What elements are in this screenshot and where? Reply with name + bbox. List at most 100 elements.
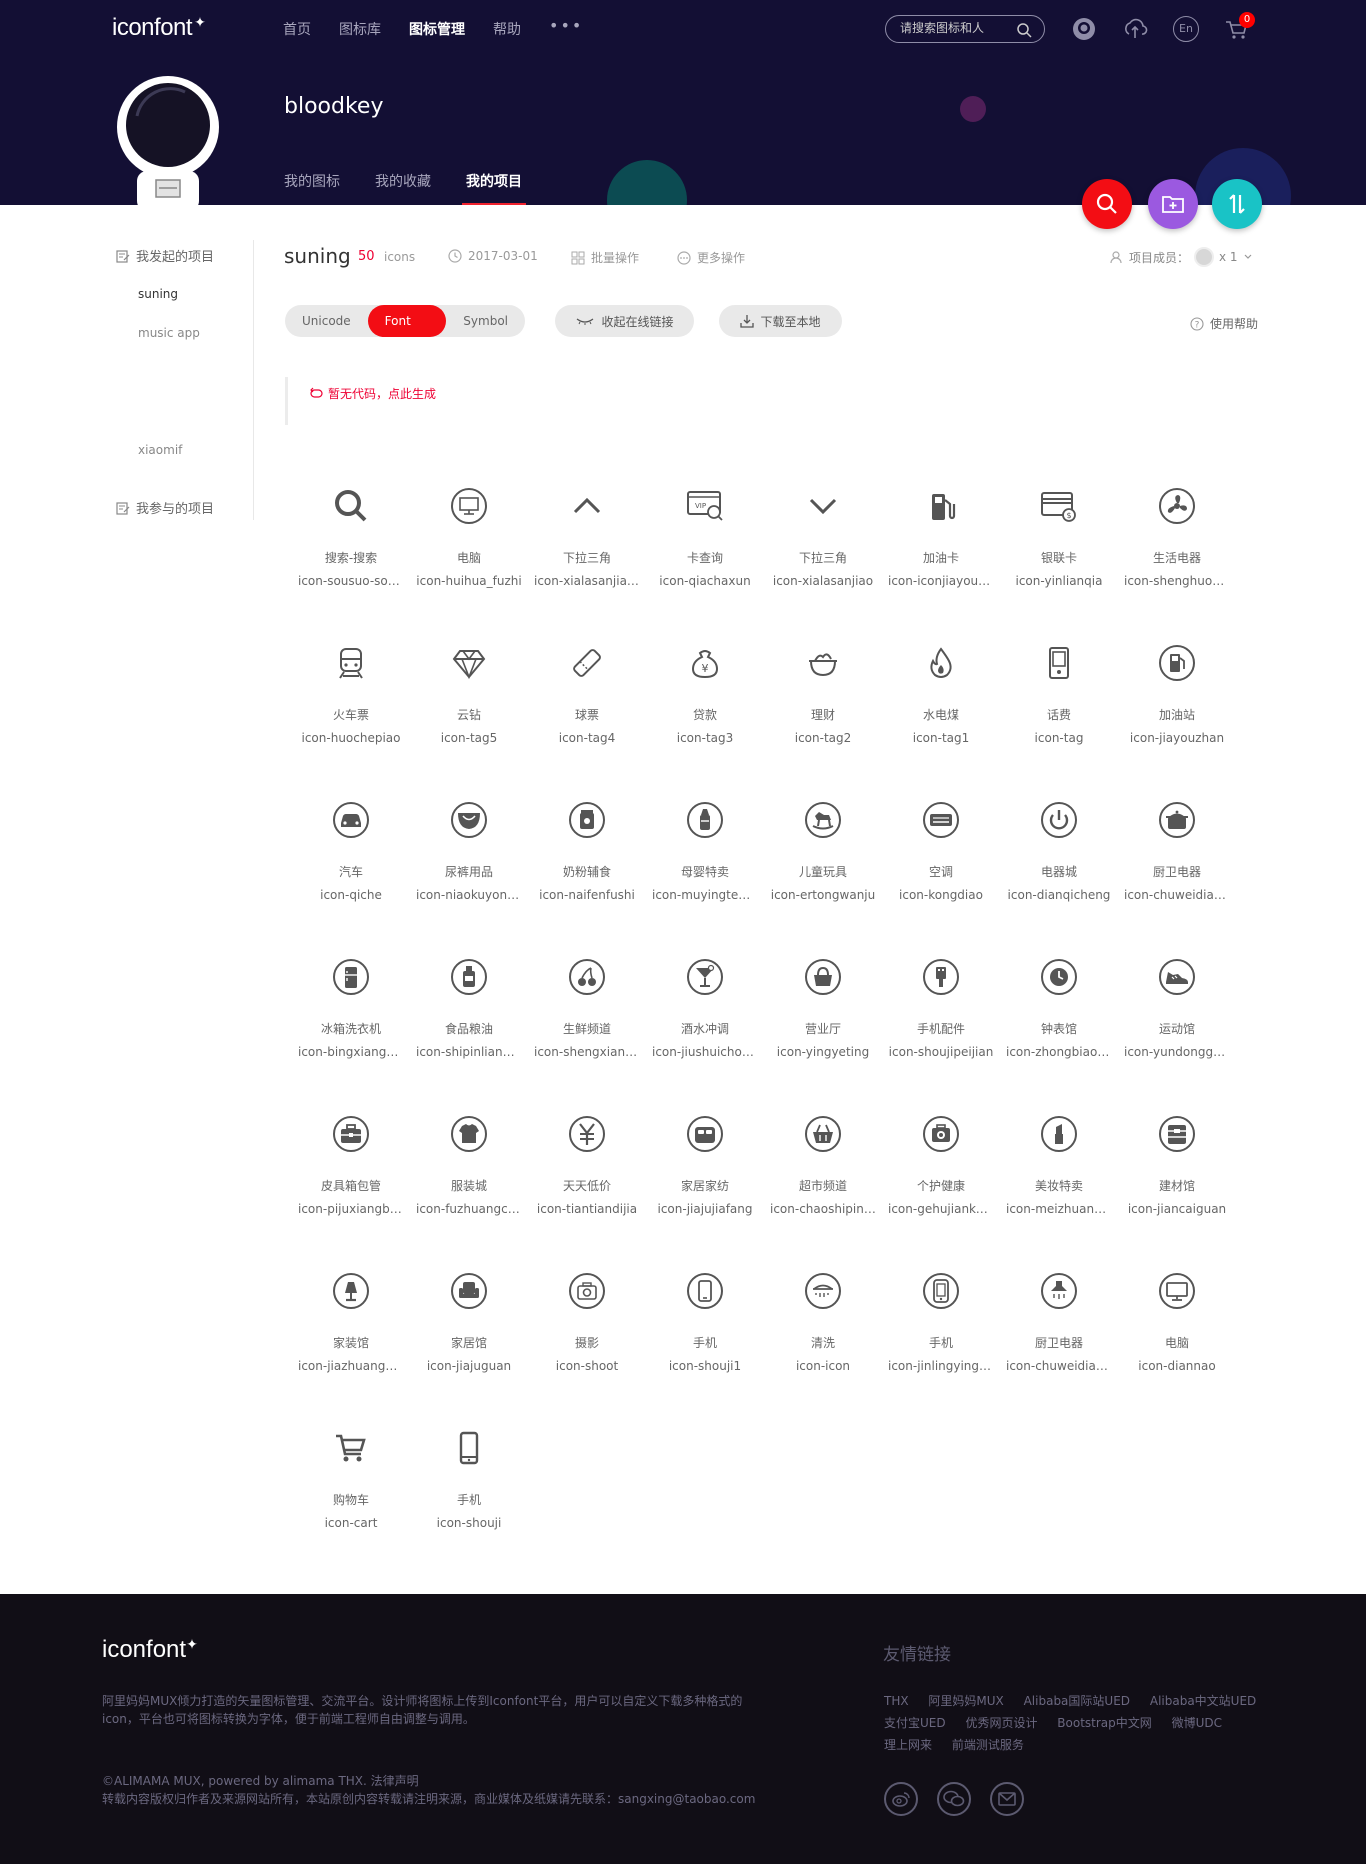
weibo-icon[interactable] <box>884 1782 918 1816</box>
help-link[interactable]: ? 使用帮助 <box>1190 315 1258 332</box>
icon-card[interactable]: 手机 icon-shouji <box>410 1428 528 1585</box>
icon-card[interactable]: 儿童玩具 icon-ertongwanju <box>764 800 882 957</box>
member-avatar[interactable] <box>1194 247 1215 267</box>
icon-card[interactable]: 空调 icon-kongdiao <box>882 800 1000 957</box>
icon-card[interactable]: 下拉三角 icon-xialasanjiao <box>764 486 882 643</box>
sort-fab-button[interactable] <box>1212 179 1262 229</box>
icon-card[interactable]: 冰箱洗衣机 icon-bingxiangxiyiji <box>292 957 410 1114</box>
icon-card[interactable]: 家居馆 icon-jiajuguan <box>410 1271 528 1428</box>
created-projects-title[interactable]: 我发起的项目 <box>116 246 214 265</box>
icon-card[interactable]: 食品粮油 icon-shipinliangyou <box>410 957 528 1114</box>
new-folder-fab-button[interactable] <box>1148 179 1198 229</box>
icon-card[interactable]: 营业厅 icon-yingyeting <box>764 957 882 1114</box>
icon-card[interactable]: 水电煤 icon-tag1 <box>882 643 1000 800</box>
icon-card[interactable]: 厨卫电器 icon-chuweidianqi <box>1118 800 1236 957</box>
friend-link[interactable]: Alibaba国际站UED <box>1024 1694 1130 1708</box>
nav-help[interactable]: 帮助 <box>493 19 521 39</box>
tab-my-projects[interactable]: 我的项目 <box>462 171 526 205</box>
icon-card[interactable]: 母婴特卖 icon-muyingtemai <box>646 800 764 957</box>
nav-icon-manage[interactable]: 图标管理 <box>409 19 465 39</box>
icon-card[interactable]: $ 银联卡 icon-yinlianqia <box>1000 486 1118 643</box>
icon-card[interactable]: 理财 icon-tag2 <box>764 643 882 800</box>
icon-card[interactable]: 皮具箱包管 icon-pijuxiangbaoguan <box>292 1114 410 1271</box>
power-icon <box>1039 800 1079 840</box>
icon-card[interactable]: 火车票 icon-huochepiao <box>292 643 410 800</box>
icon-card[interactable]: 电脑 icon-diannao <box>1118 1271 1236 1428</box>
icon-card[interactable]: 奶粉辅食 icon-naifenfushi <box>528 800 646 957</box>
nav-icon-library[interactable]: 图标库 <box>339 19 381 39</box>
tab-unicode[interactable]: Unicode <box>285 305 368 337</box>
icon-card[interactable]: 运动馆 icon-yundongguan <box>1118 957 1236 1114</box>
icon-card[interactable]: 加油站 icon-jiayouzhan <box>1118 643 1236 800</box>
friend-link[interactable]: THX <box>884 1694 909 1708</box>
nav-home[interactable]: 首页 <box>283 19 311 39</box>
site-logo[interactable]: iconfont ✦ <box>112 14 206 42</box>
generate-code-link[interactable]: 暂无代码，点此生成 <box>310 385 436 402</box>
download-button[interactable]: 下载至本地 <box>719 305 842 337</box>
friend-link[interactable]: 前端测试服务 <box>952 1738 1024 1752</box>
icon-card[interactable]: 尿裤用品 icon-niaokuyongpin <box>410 800 528 957</box>
icon-card[interactable]: 清洗 icon-icon <box>764 1271 882 1428</box>
search-icon[interactable] <box>1016 22 1032 42</box>
icon-card[interactable]: ¥ 贷款 icon-tag3 <box>646 643 764 800</box>
footer-logo[interactable]: iconfont✦ <box>102 1636 198 1664</box>
more-operations-button[interactable]: 更多操作 <box>677 249 745 266</box>
icon-card[interactable]: 钟表馆 icon-zhongbiaoguan <box>1000 957 1118 1114</box>
friend-link[interactable]: 支付宝UED <box>884 1716 946 1730</box>
batch-operations-button[interactable]: 批量操作 <box>571 249 639 266</box>
icon-card[interactable]: 摄影 icon-shoot <box>528 1271 646 1428</box>
icon-card[interactable]: 家居家纺 icon-jiajujiafang <box>646 1114 764 1271</box>
wechat-icon[interactable] <box>937 1782 971 1816</box>
icon-card[interactable]: 电器城 icon-dianqicheng <box>1000 800 1118 957</box>
tab-font-class[interactable]: Font class <box>367 305 447 360</box>
joined-projects-title[interactable]: 我参与的项目 <box>116 498 214 517</box>
icon-card[interactable]: 手机配件 icon-shoujipeijian <box>882 957 1000 1114</box>
icon-card[interactable]: 服装城 icon-fuzhuangcheng <box>410 1114 528 1271</box>
friend-link[interactable]: 阿里妈妈MUX <box>928 1694 1003 1708</box>
icon-card[interactable]: 酒水冲调 icon-jiushuichongtiao <box>646 957 764 1114</box>
icon-card[interactable]: 生鲜频道 icon-shengxianpindao <box>528 957 646 1114</box>
icon-card[interactable]: 厨卫电器 icon-chuweidianqi <box>1000 1271 1118 1428</box>
tab-my-favorites[interactable]: 我的收藏 <box>375 171 431 205</box>
project-members[interactable]: 项目成员： x 1 <box>1110 247 1253 267</box>
tab-symbol[interactable]: Symbol <box>446 305 525 337</box>
tab-my-icons[interactable]: 我的图标 <box>284 171 340 205</box>
friend-link[interactable]: 微博UDC <box>1172 1716 1222 1730</box>
icon-card[interactable]: 球票 icon-tag4 <box>528 643 646 800</box>
icon-card[interactable]: 云钻 icon-tag5 <box>410 643 528 800</box>
profile-avatar[interactable] <box>115 76 221 205</box>
upload-icon[interactable] <box>1122 16 1148 42</box>
icon-card[interactable]: 美妆特卖 icon-meizhuangtemai <box>1000 1114 1118 1271</box>
icon-card[interactable]: 搜索-搜索 icon-sousuo-sousuo <box>292 486 410 643</box>
icon-card[interactable]: 电脑 icon-huihua_fuzhi <box>410 486 528 643</box>
mail-icon[interactable] <box>990 1782 1024 1816</box>
icon-card[interactable]: 超市频道 icon-chaoshipindao <box>764 1114 882 1271</box>
icon-card-name: 钟表馆 <box>1040 1022 1077 1036</box>
friend-link[interactable]: 理上网来 <box>884 1738 932 1752</box>
language-icon[interactable]: En <box>1173 16 1199 42</box>
collapse-link-button[interactable]: 收起在线链接 <box>555 305 694 337</box>
sidebar-item-music-app[interactable]: music app <box>138 326 200 340</box>
sidebar-item-suning[interactable]: suning <box>138 287 178 301</box>
icon-card[interactable]: 生活电器 icon-shenghuodianqi <box>1118 486 1236 643</box>
search-fab-button[interactable] <box>1082 179 1132 229</box>
icon-card[interactable]: 加油卡 icon-iconjiayouqia <box>882 486 1000 643</box>
icon-card[interactable]: 话费 icon-tag <box>1000 643 1118 800</box>
icon-card[interactable]: 手机 icon-jinlingyingcaiwangtubiao <box>882 1271 1000 1428</box>
friend-link[interactable]: Bootstrap中文网 <box>1057 1716 1151 1730</box>
friend-link[interactable]: 优秀网页设计 <box>965 1716 1037 1730</box>
icon-card[interactable]: 个护健康 icon-gehujiankang <box>882 1114 1000 1271</box>
search-input[interactable] <box>900 21 1008 35</box>
icon-card[interactable]: VIP 卡查询 icon-qiachaxun <box>646 486 764 643</box>
icon-card[interactable]: 购物车 icon-cart <box>292 1428 410 1585</box>
user-avatar-icon[interactable] <box>1071 16 1097 42</box>
icon-card[interactable]: 汽车 icon-qiche <box>292 800 410 957</box>
icon-card[interactable]: 手机 icon-shouji1 <box>646 1271 764 1428</box>
more-menu-icon[interactable]: ••• <box>549 18 583 39</box>
icon-card[interactable]: 家装馆 icon-jiazhuangguan <box>292 1271 410 1428</box>
friend-link[interactable]: Alibaba中文站UED <box>1150 1694 1256 1708</box>
icon-card[interactable]: 下拉三角 icon-xialasanjiao1 <box>528 486 646 643</box>
icon-card[interactable]: 天天低价 icon-tiantiandijia <box>528 1114 646 1271</box>
icon-card[interactable]: 建材馆 icon-jiancaiguan <box>1118 1114 1236 1271</box>
sidebar-item-xiaomif[interactable]: xiaomif <box>138 443 182 457</box>
